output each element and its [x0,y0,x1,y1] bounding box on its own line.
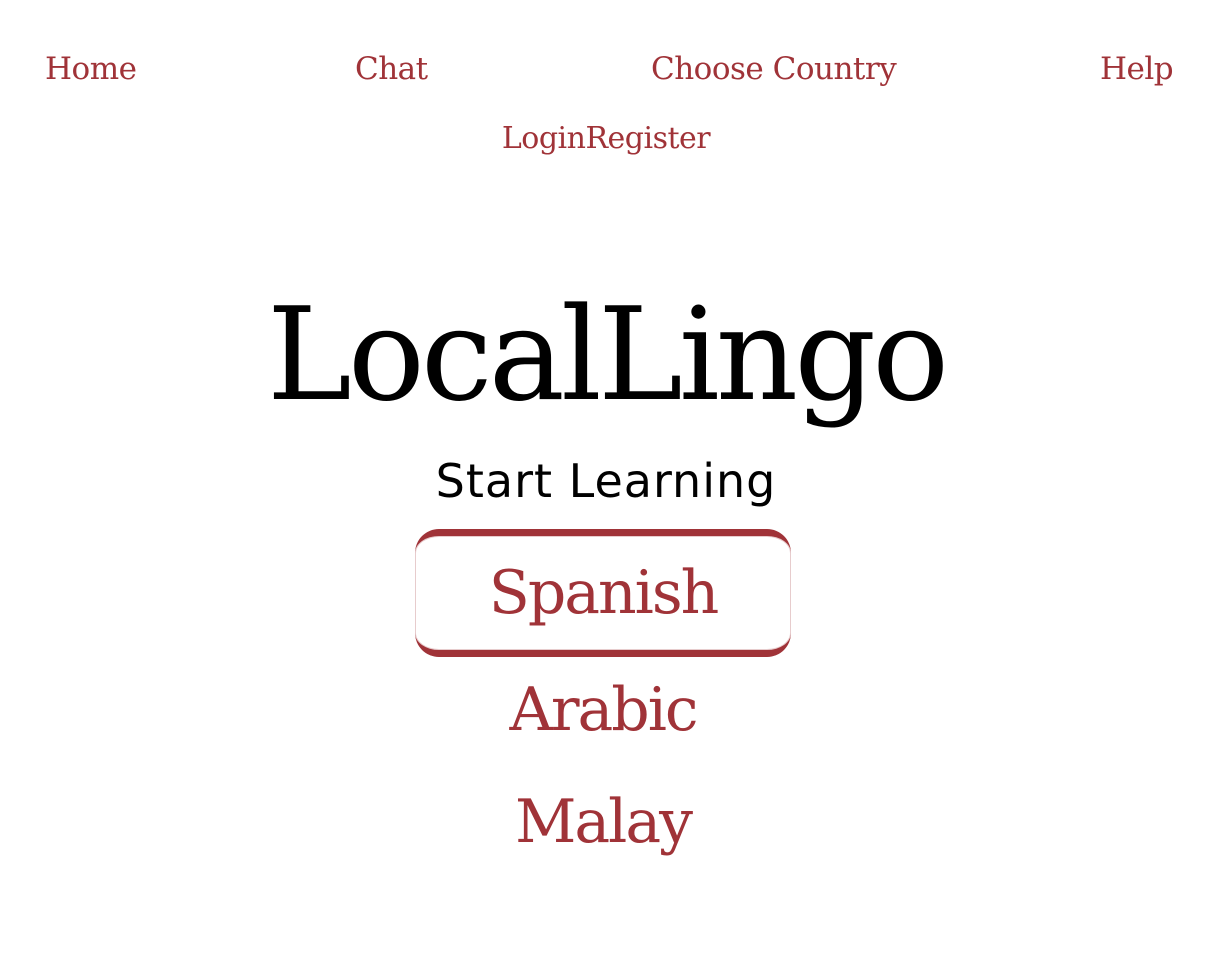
language-option-malay[interactable]: Malay [415,792,791,852]
language-option-arabic[interactable]: Arabic [415,680,791,740]
nav-link-help[interactable]: Help [1100,54,1174,85]
login-link[interactable]: Login [502,121,586,156]
nav-link-choose-country[interactable]: Choose Country [651,54,897,85]
register-link[interactable]: Register [585,121,710,156]
nav-link-home[interactable]: Home [45,54,137,85]
language-option-spanish[interactable]: Spanish [415,529,791,657]
brand-title: LocalLingo [266,281,949,430]
nav-link-chat[interactable]: Chat [355,54,428,85]
auth-links: LoginRegister [0,124,1212,154]
start-learning-heading: Start Learning [435,454,777,508]
language-label-spanish: Spanish [488,558,720,628]
